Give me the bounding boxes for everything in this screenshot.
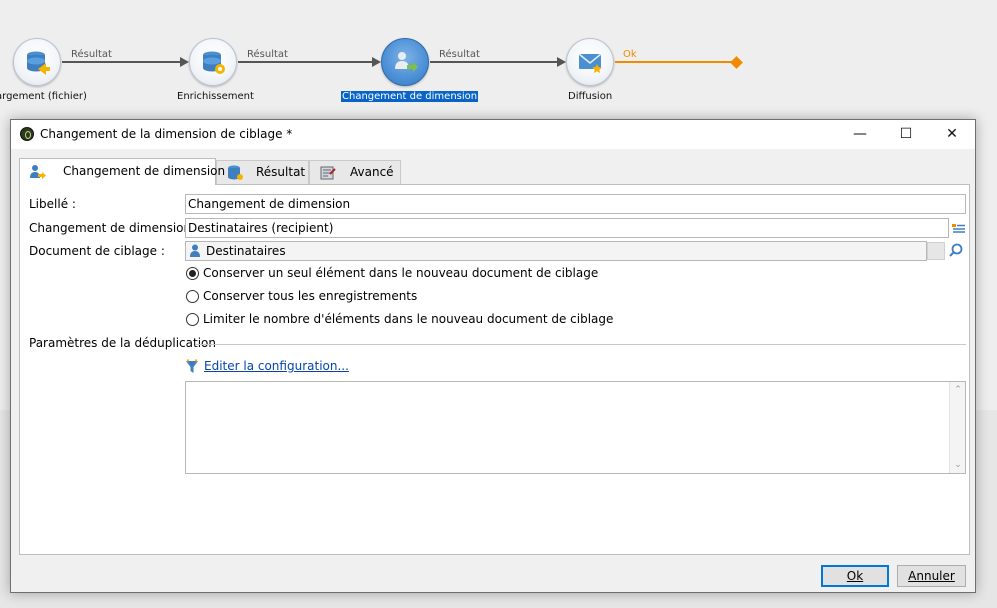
workflow-node-delivery[interactable]	[566, 38, 614, 86]
scroll-down-icon[interactable]: ⌄	[953, 460, 963, 470]
dedup-section-title: Paramètres de la déduplication	[29, 336, 216, 350]
transition-arrow-icon	[180, 57, 189, 67]
scroll-up-icon[interactable]: ⌃	[953, 385, 963, 395]
radio-button[interactable]	[186, 313, 199, 326]
workflow-node-label: argement (fichier)	[0, 91, 87, 102]
tab-label: Résultat	[256, 165, 306, 179]
close-button[interactable]: ✕	[929, 120, 975, 149]
workflow-node-label: Enrichissement	[177, 91, 254, 102]
workflow-node-label: Diffusion	[568, 91, 613, 102]
ok-button[interactable]: Ok	[821, 565, 889, 587]
ok-button-label: Ok	[846, 569, 864, 583]
minimize-button[interactable]: —	[837, 120, 883, 149]
workflow-transition[interactable]	[238, 61, 372, 63]
maximize-button[interactable]: ☐	[883, 120, 929, 149]
dimension-select[interactable]: Destinataires (recipient)	[185, 218, 949, 238]
tab-avance[interactable]: Avancé	[309, 160, 401, 184]
recipient-icon	[190, 244, 200, 257]
document-clear-button[interactable]	[927, 242, 945, 260]
document-label: Document de ciblage :	[29, 244, 165, 258]
transition-label: Résultat	[247, 49, 288, 60]
change-dimension-icon	[30, 165, 46, 179]
tab-change-dimension[interactable]: Changement de dimension	[19, 158, 225, 185]
radio-button[interactable]	[186, 267, 199, 280]
list-edit-icon[interactable]	[949, 219, 967, 237]
tab-panel: Libellé : Changement de dimension Change…	[19, 184, 970, 555]
workflow-transition[interactable]	[62, 61, 180, 63]
change-dimension-dialog: Changement de la dimension de ciblage * …	[10, 119, 976, 593]
transition-arrow-icon	[372, 57, 381, 67]
transition-label-ok: Ok	[623, 49, 637, 60]
textarea-scrollbar[interactable]: ⌃ ⌄	[949, 382, 965, 473]
cancel-button-label: Annuler	[908, 569, 955, 583]
workflow-transition-ok[interactable]	[615, 61, 733, 63]
section-divider	[195, 344, 966, 345]
transition-label: Résultat	[71, 49, 112, 60]
dedup-textarea[interactable]: ⌃ ⌄	[185, 381, 966, 474]
transition-arrow-icon	[557, 57, 566, 67]
delivery-email-icon	[578, 53, 602, 73]
document-value: Destinataires	[206, 244, 286, 258]
dialog-title: Changement de la dimension de ciblage *	[40, 127, 293, 141]
filter-config-icon	[186, 359, 198, 373]
workflow-node-loading[interactable]	[13, 38, 61, 86]
dimension-label: Changement de dimension :	[29, 221, 199, 235]
database-icon	[228, 165, 243, 180]
cancel-button[interactable]: Annuler	[897, 565, 966, 587]
workflow-node-enrichment[interactable]	[189, 38, 237, 86]
workflow-node-label-selected: Changement de dimension	[341, 91, 479, 102]
transition-label: Résultat	[439, 49, 480, 60]
libelle-field[interactable]: Changement de dimension	[185, 194, 966, 214]
radio-button[interactable]	[186, 290, 199, 303]
tab-label: Changement de dimension	[63, 164, 226, 178]
advanced-settings-icon	[320, 166, 336, 180]
workflow-node-change-dimension[interactable]	[381, 38, 429, 86]
change-dimension-icon	[395, 52, 418, 72]
app-icon	[20, 127, 34, 141]
edit-configuration-link[interactable]: Editer la configuration...	[204, 359, 349, 373]
radio-label: Limiter le nombre d'éléments dans le nou…	[203, 312, 614, 326]
search-icon[interactable]	[947, 242, 965, 260]
tab-resultat[interactable]: Résultat	[216, 160, 309, 184]
radio-label: Conserver un seul élément dans le nouvea…	[203, 266, 599, 280]
document-field[interactable]: Destinataires	[185, 241, 927, 261]
radio-label: Conserver tous les enregistrements	[203, 289, 418, 303]
database-enrich-icon	[203, 51, 225, 74]
workflow-transition[interactable]	[430, 61, 557, 63]
tab-label: Avancé	[350, 165, 394, 179]
libelle-label: Libellé :	[29, 197, 76, 211]
dialog-titlebar[interactable]: Changement de la dimension de ciblage * …	[11, 120, 975, 149]
database-load-icon	[27, 51, 50, 75]
